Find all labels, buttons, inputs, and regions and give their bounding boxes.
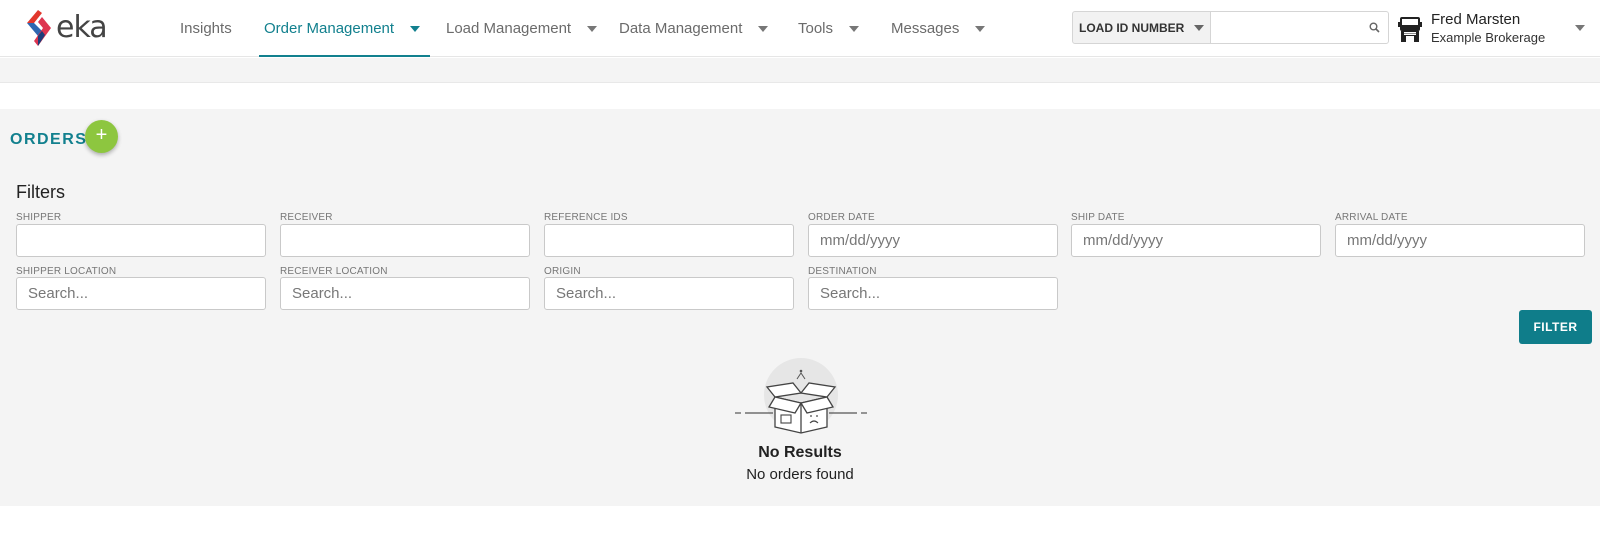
filters-heading: Filters <box>16 182 65 202</box>
search-type-select[interactable]: LOAD ID NUMBER <box>1072 11 1211 44</box>
chevron-down-icon <box>1194 24 1205 31</box>
nav-load-management-label: Load Management <box>446 20 572 37</box>
load-search-input[interactable] <box>1211 12 1361 43</box>
chevron-down-icon <box>758 25 769 32</box>
arrival-date-input[interactable] <box>1335 224 1585 257</box>
eka-logo-icon <box>27 10 51 46</box>
page-title: ORDERS <box>10 131 88 148</box>
add-order-button[interactable]: + <box>85 120 118 153</box>
empty-box-icon <box>735 358 867 434</box>
receiver-location-input[interactable] <box>280 277 530 310</box>
user-name[interactable]: Fred Marsten <box>1431 11 1520 28</box>
destination-input[interactable] <box>808 277 1058 310</box>
receiver-location-label: RECEIVER LOCATION <box>280 266 388 277</box>
shipper-location-label: SHIPPER LOCATION <box>16 266 117 277</box>
nav-messages[interactable]: Messages <box>891 0 986 57</box>
origin-input[interactable] <box>544 277 794 310</box>
chevron-down-icon <box>410 25 421 32</box>
nav-data-management[interactable]: Data Management <box>619 0 769 57</box>
nav-insights[interactable]: Insights <box>180 0 232 57</box>
user-menu-chevron-down-icon[interactable] <box>1575 25 1585 31</box>
logo-text: eka <box>56 10 108 45</box>
orders-page: ORDERS + Filters SHIPPER RECEIVER REFERE… <box>0 109 1600 506</box>
spacer-bar <box>0 83 1600 109</box>
reference-ids-label: REFERENCE IDS <box>544 212 628 223</box>
chevron-down-icon <box>587 25 598 32</box>
reference-ids-input[interactable] <box>544 224 794 257</box>
filter-button[interactable]: FILTER <box>1519 310 1592 344</box>
origin-label: ORIGIN <box>544 266 581 277</box>
order-date-label: ORDER DATE <box>808 212 875 223</box>
load-search-box <box>1210 11 1389 44</box>
truck-icon <box>1398 17 1422 42</box>
nav-order-management[interactable]: Order Management <box>258 0 431 57</box>
nav-messages-label: Messages <box>891 20 960 37</box>
nav-tools-label: Tools <box>798 20 834 37</box>
empty-state-message: No orders found <box>746 466 854 483</box>
shipper-location-input[interactable] <box>16 277 266 310</box>
nav-order-management-label: Order Management <box>264 20 395 37</box>
receiver-input[interactable] <box>280 224 530 257</box>
nav-insights-label: Insights <box>180 20 232 37</box>
search-type-label: LOAD ID NUMBER <box>1079 20 1185 35</box>
arrival-date-label: ARRIVAL DATE <box>1335 212 1408 223</box>
order-date-input[interactable] <box>808 224 1058 257</box>
search-icon[interactable] <box>1369 22 1380 33</box>
nav-tools[interactable]: Tools <box>798 0 860 57</box>
chevron-down-icon <box>849 25 860 32</box>
empty-state-title: No Results <box>758 444 842 461</box>
ship-date-label: SHIP DATE <box>1071 212 1125 223</box>
ship-date-input[interactable] <box>1071 224 1321 257</box>
shipper-input[interactable] <box>16 224 266 257</box>
user-organization: Example Brokerage <box>1431 30 1546 45</box>
eka-logo[interactable]: eka <box>24 9 124 47</box>
destination-label: DESTINATION <box>808 266 877 277</box>
top-navigation-bar: eka Insights Order Management Load Manag… <box>0 0 1600 57</box>
nav-load-management[interactable]: Load Management <box>446 0 598 57</box>
shipper-label: SHIPPER <box>16 212 62 223</box>
nav-data-management-label: Data Management <box>619 20 743 37</box>
chevron-down-icon <box>975 25 986 32</box>
receiver-label: RECEIVER <box>280 212 333 223</box>
sub-navigation-bar <box>0 58 1600 83</box>
